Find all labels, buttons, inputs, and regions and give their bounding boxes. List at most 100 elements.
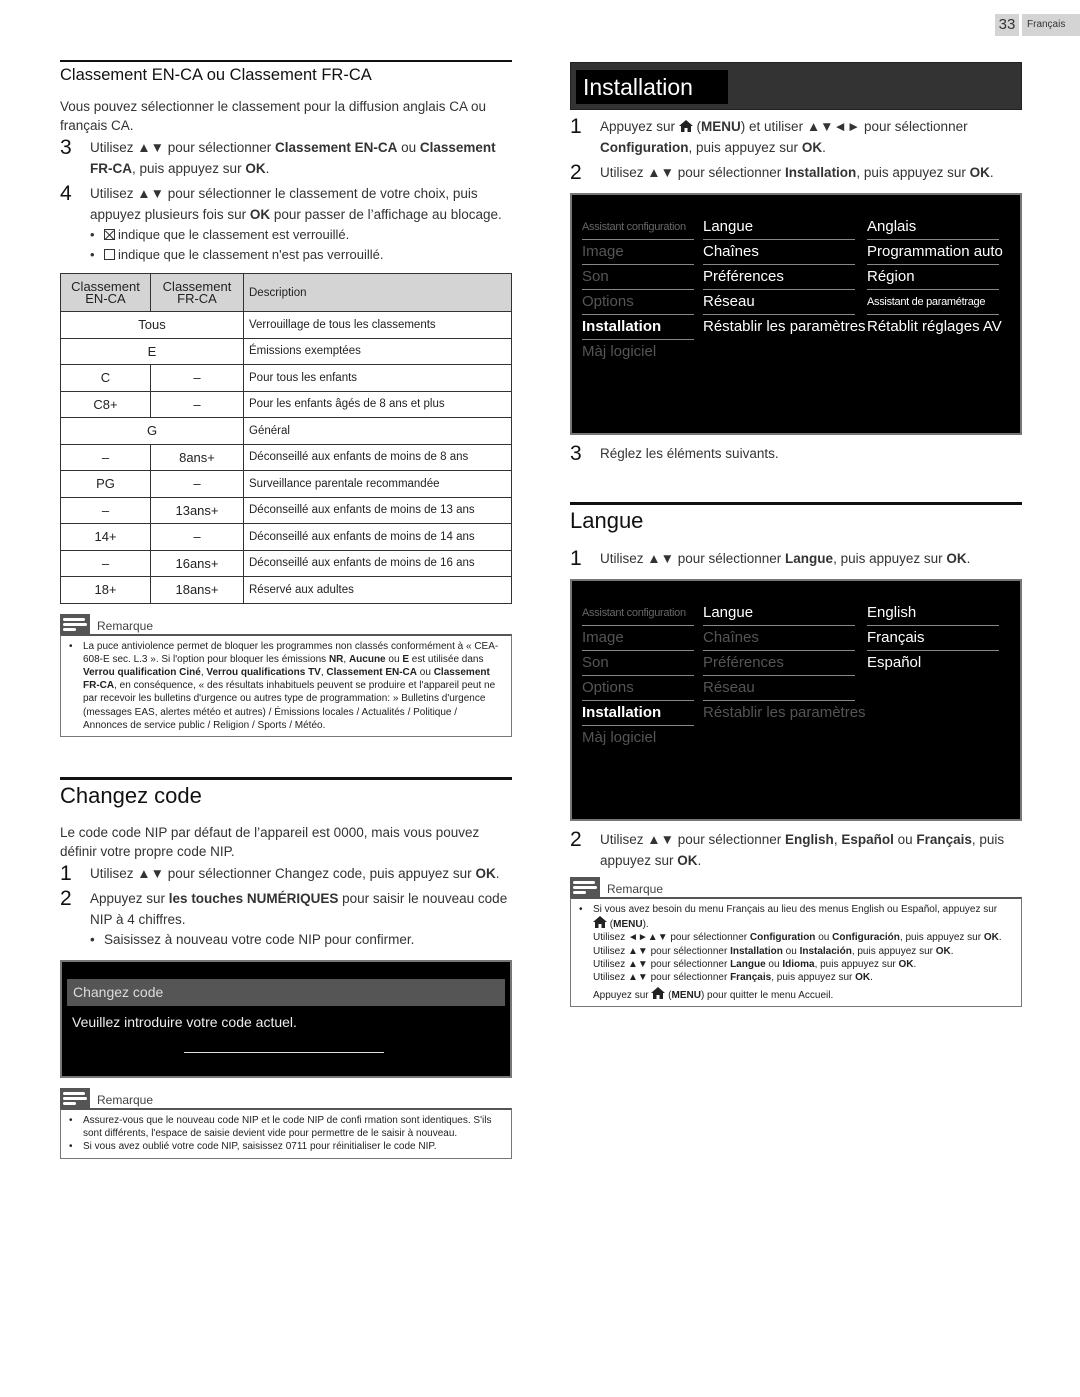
menu-item-installation[interactable]: Installation	[582, 315, 694, 340]
menu-item-options[interactable]: Options	[582, 676, 694, 701]
menu-item-assistant-configuration[interactable]: Assistant configuration	[582, 601, 694, 626]
menu-item-options[interactable]: Options	[582, 290, 694, 315]
rating-fr-ca-cell: 13ans+	[150, 496, 244, 524]
home-icon	[593, 916, 607, 929]
menu-value-assistant-parametrage[interactable]: Assistant de paramétrage	[867, 290, 999, 315]
menu-column-installation: Langue Chaînes Préférences Réseau Réstab…	[703, 601, 866, 726]
note-text: Si vous avez besoin du menu Français au …	[593, 904, 1002, 1002]
changez-intro: Le code code NIP par défaut de l’apparei…	[60, 824, 480, 859]
installation-step-1: 1 Appuyez sur (MENU) et utiliser ▲▼◄► po…	[570, 116, 1022, 158]
step-number: 4	[60, 182, 72, 205]
langue-step-2: 2 Utilisez ▲▼ pour sélectionner English,…	[570, 829, 1022, 871]
step-text: Réglez les éléments suivants.	[600, 446, 779, 461]
menu-column-main: Assistant configuration Image Son Option…	[582, 601, 694, 751]
note-title: Remarque	[607, 882, 664, 896]
header-en-ca: Classement EN-CA	[60, 273, 151, 312]
note-text: La puce antiviolence permet de bloquer l…	[83, 640, 499, 731]
menu-item-restablir[interactable]: Réstablir les paramètres	[703, 701, 866, 726]
menu-item-image[interactable]: Image	[582, 626, 694, 651]
menu-item-reseau[interactable]: Réseau	[703, 290, 855, 315]
changez-step-2: 2 Appuyez sur les touches NUMÉRIQUES pou…	[60, 888, 512, 930]
changez-step-1: 1 Utilisez ▲▼ pour sélectionner Changez …	[60, 863, 512, 884]
note-icon	[570, 877, 600, 897]
classement-intro: Vous pouvez sélectionner le classement p…	[60, 99, 487, 133]
menu-item-chaines[interactable]: Chaînes	[703, 626, 855, 651]
menu-item-assistant-configuration[interactable]: Assistant configuration	[582, 215, 694, 240]
note-box-langue: • Si vous avez besoin du menu Français a…	[570, 897, 1022, 1008]
rating-description-cell: Pour tous les enfants	[243, 364, 512, 392]
menu-item-maj-logiciel[interactable]: Màj logiciel	[582, 726, 694, 751]
installation-step-2: 2 Utilisez ▲▼ pour sélectionner Installa…	[570, 162, 1022, 183]
header-description: Description	[243, 273, 512, 312]
checked-box-icon	[104, 229, 115, 240]
menu-item-restablir[interactable]: Réstablir les paramètres	[703, 315, 866, 340]
rating-en-ca-cell: C	[60, 364, 151, 392]
rating-description-cell: Pour les enfants âgés de 8 ans et plus	[243, 390, 512, 418]
step-text: Appuyez sur (MENU) et utiliser ▲▼◄► pour…	[600, 119, 968, 155]
menu-value-retablit-reglages-av[interactable]: Rétablit réglages AV	[867, 315, 1002, 340]
table-row: –13ans+ Déconseillé aux enfants de moins …	[60, 496, 512, 524]
installation-step-3: 3 Réglez les éléments suivants.	[570, 443, 1022, 464]
rating-description-cell: Émissions exemptées	[243, 337, 512, 365]
rating-merged-cell: E	[60, 337, 244, 365]
note-icon	[60, 1087, 90, 1108]
installation-title-bar: Installation	[570, 62, 1022, 110]
empty-box-icon	[104, 249, 115, 260]
bullet-unlocked: • indique que le classement n'est pas ver…	[90, 247, 384, 262]
note-header: Remarque	[570, 877, 1022, 897]
header-fr-ca: Classement FR-CA	[150, 273, 244, 312]
menu-item-maj-logiciel[interactable]: Màj logiciel	[582, 340, 694, 365]
menu-item-installation[interactable]: Installation	[582, 701, 694, 726]
step-number: 3	[570, 442, 582, 465]
rating-en-ca-cell: –	[60, 443, 151, 471]
table-row: –8ans+ Déconseillé aux enfants de moins d…	[60, 443, 512, 471]
note-icon	[60, 613, 90, 634]
note-item: Assurez-vous que le nouveau code NIP et …	[83, 1114, 492, 1140]
menu-item-langue[interactable]: Langue	[703, 215, 855, 240]
menu-item-son[interactable]: Son	[582, 651, 694, 676]
step-text: Utilisez ▲▼ pour sélectionner Classement…	[90, 140, 496, 176]
table-row: G Général	[60, 417, 512, 445]
rating-description-cell: Déconseillé aux enfants de moins de 14 a…	[243, 523, 512, 551]
menu-item-preferences[interactable]: Préférences	[703, 265, 855, 290]
rating-fr-ca-cell: –	[150, 523, 244, 551]
rating-en-ca-cell: C8+	[60, 390, 151, 418]
bullet-locked: • indique que le classement est verrouill…	[90, 227, 350, 242]
installation-menu-screen: Assistant configuration Image Son Option…	[570, 193, 1022, 435]
step-number: 3	[60, 136, 72, 159]
language-option-english[interactable]: English	[867, 601, 999, 626]
step-text: Utilisez ▲▼ pour sélectionner Installati…	[600, 165, 994, 180]
menu-item-reseau[interactable]: Réseau	[703, 676, 855, 701]
language-option-espanol[interactable]: Español	[867, 651, 999, 676]
menu-item-preferences[interactable]: Préférences	[703, 651, 855, 676]
rating-table: Classement EN-CA Classement FR-CA Descri…	[60, 273, 512, 604]
step-number: 2	[570, 161, 582, 184]
pin-input-field[interactable]	[184, 1051, 384, 1053]
rating-en-ca-cell: –	[60, 496, 151, 524]
home-icon	[678, 120, 693, 132]
table-row: 18+ 18ans+ Réservé aux adultes	[60, 576, 512, 604]
step-number: 1	[570, 547, 582, 570]
menu-column-values: Anglais Programmation auto Région Assist…	[867, 215, 1003, 340]
note-box-classement: • La puce antiviolence permet de bloquer …	[60, 633, 512, 737]
changez-bullet: • Saisissez à nouveau votre code NIP pour…	[90, 931, 415, 947]
rating-en-ca-cell: 14+	[60, 523, 151, 551]
menu-value-region[interactable]: Région	[867, 265, 999, 290]
step-number: 2	[570, 828, 582, 851]
change-code-screen-title: Changez code	[67, 978, 505, 1006]
note-title: Remarque	[97, 618, 154, 633]
langue-step-1: 1 Utilisez ▲▼ pour sélectionner Langue, …	[570, 548, 1022, 569]
rating-fr-ca-cell: –	[150, 470, 244, 498]
menu-item-image[interactable]: Image	[582, 240, 694, 265]
language-option-francais[interactable]: Français	[867, 626, 999, 651]
step-text: Utilisez ▲▼ pour sélectionner English, E…	[600, 832, 1005, 868]
rating-fr-ca-cell: –	[150, 390, 244, 418]
menu-item-son[interactable]: Son	[582, 265, 694, 290]
menu-value-anglais[interactable]: Anglais	[867, 215, 999, 240]
table-row: C – Pour tous les enfants	[60, 364, 512, 392]
classement-step-4: 4 Utilisez ▲▼ pour sélectionner le class…	[60, 183, 512, 225]
menu-value-programmation-auto[interactable]: Programmation auto	[867, 240, 1003, 265]
menu-item-chaines[interactable]: Chaînes	[703, 240, 855, 265]
menu-item-langue[interactable]: Langue	[703, 601, 855, 626]
step-text: Utilisez ▲▼ pour sélectionner Changez co…	[90, 865, 500, 881]
